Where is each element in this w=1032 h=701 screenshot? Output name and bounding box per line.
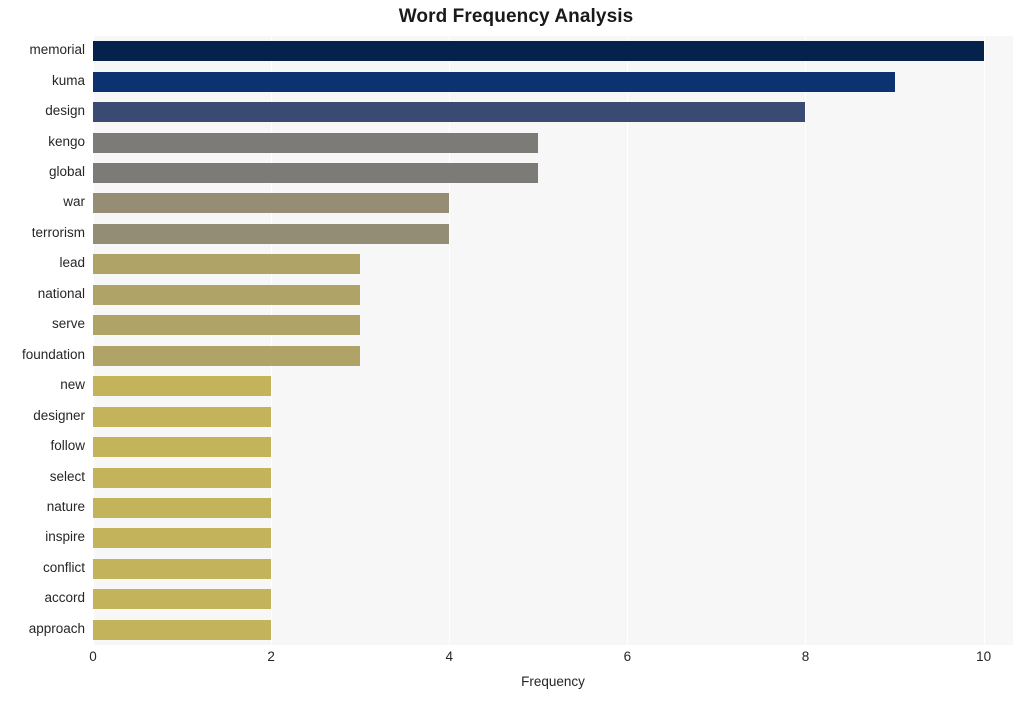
y-tick-label-lead: lead xyxy=(59,255,85,271)
y-tick-label-new: new xyxy=(60,377,85,393)
bar-design xyxy=(93,102,806,123)
y-tick-label-select: select xyxy=(49,468,85,484)
bar-row xyxy=(93,41,1013,62)
bar-memorial xyxy=(93,41,984,62)
bar-row xyxy=(93,163,1013,184)
bar-kengo xyxy=(93,132,539,153)
bar-approach xyxy=(93,619,272,640)
bar-row xyxy=(93,345,1013,366)
bar-national xyxy=(93,284,361,305)
y-tick-label-kengo: kengo xyxy=(48,133,85,149)
word-frequency-chart: Word Frequency Analysis memorial kuma desi… xyxy=(0,0,1032,701)
bar-row xyxy=(93,528,1013,549)
y-tick-label-global: global xyxy=(48,164,85,180)
bar-row xyxy=(93,254,1013,275)
bar-terrorism xyxy=(93,223,450,244)
bar-accord xyxy=(93,589,272,610)
bar-designer xyxy=(93,406,272,427)
bar-kuma xyxy=(93,71,895,92)
bar-inspire xyxy=(93,528,272,549)
bar-row xyxy=(93,102,1013,123)
x-axis-tick-labels: 0 2 4 6 8 10 xyxy=(89,645,1013,671)
bar-new xyxy=(93,376,272,397)
bar-row xyxy=(93,558,1013,579)
bar-row xyxy=(93,376,1013,397)
y-tick-label-national: national xyxy=(37,285,85,301)
x-tick-label-0: 0 xyxy=(89,649,97,664)
y-tick-label-conflict: conflict xyxy=(42,559,85,575)
y-tick-label-approach: approach xyxy=(28,620,85,636)
bar-row xyxy=(93,467,1013,488)
bar-row xyxy=(93,284,1013,305)
plot-area xyxy=(93,36,1013,645)
bar-row xyxy=(93,71,1013,92)
bars-layer xyxy=(93,36,1013,645)
y-tick-label-memorial: memorial xyxy=(29,42,85,58)
chart-title: Word Frequency Analysis xyxy=(398,6,634,27)
x-tick-label-10: 10 xyxy=(976,649,992,664)
y-tick-label-nature: nature xyxy=(46,498,85,514)
bar-row xyxy=(93,132,1013,153)
bar-nature xyxy=(93,497,272,518)
y-tick-label-inspire: inspire xyxy=(45,529,85,545)
bar-serve xyxy=(93,315,361,336)
bar-row xyxy=(93,437,1013,458)
bar-row xyxy=(93,223,1013,244)
bar-select xyxy=(93,467,272,488)
y-tick-label-design: design xyxy=(45,103,85,119)
bar-row xyxy=(93,406,1013,427)
bar-war xyxy=(93,193,450,214)
bar-foundation xyxy=(93,345,361,366)
y-tick-label-kuma: kuma xyxy=(51,72,85,88)
bar-row xyxy=(93,315,1013,336)
y-tick-label-designer: designer xyxy=(33,407,85,423)
y-tick-label-accord: accord xyxy=(44,590,85,606)
x-tick-label-8: 8 xyxy=(801,649,810,664)
bar-row xyxy=(93,619,1013,640)
y-axis-tick-labels: memorial kuma design kengo global war terroris… xyxy=(0,36,85,645)
bar-row xyxy=(93,193,1013,214)
x-tick-label-6: 6 xyxy=(623,649,632,664)
bar-row xyxy=(93,589,1013,610)
y-tick-label-terrorism: terrorism xyxy=(31,224,85,240)
bar-row xyxy=(93,497,1013,518)
x-axis-label: Frequency xyxy=(521,674,585,689)
y-tick-label-serve: serve xyxy=(51,316,85,332)
y-tick-label-follow: follow xyxy=(50,438,85,454)
bar-follow xyxy=(93,437,272,458)
y-tick-label-war: war xyxy=(63,194,85,210)
x-tick-label-2: 2 xyxy=(267,649,275,664)
bar-conflict xyxy=(93,558,272,579)
bar-lead xyxy=(93,254,361,275)
bar-global xyxy=(93,163,539,184)
y-tick-label-foundation: foundation xyxy=(21,346,85,362)
x-tick-label-4: 4 xyxy=(445,649,453,664)
